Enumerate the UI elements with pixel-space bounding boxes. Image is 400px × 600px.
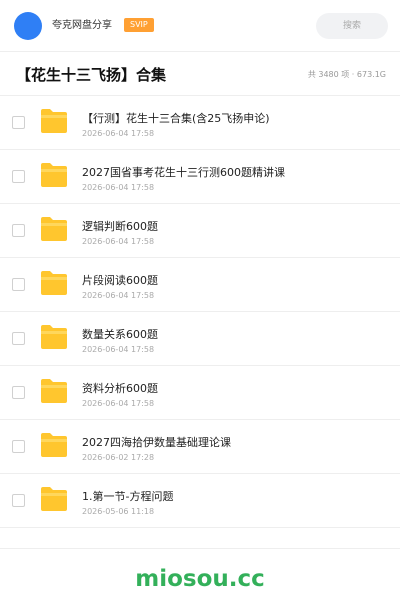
title-bar: 【花生十三飞扬】合集 共 3480 项 · 673.1G [0, 52, 400, 96]
item-name: 2027国省事考花生十三行测600题精讲课 [82, 166, 285, 179]
checkbox[interactable] [12, 332, 25, 345]
avatar[interactable] [14, 12, 42, 40]
item-name: 资料分析600题 [82, 382, 158, 395]
item-name: 逻辑判断600题 [82, 220, 158, 233]
watermark: miosou.cc [135, 566, 265, 592]
page-title: 【花生十三飞扬】合集 [16, 66, 167, 84]
folder-icon [40, 378, 68, 404]
item-name: 【行测】花生十三合集(含25飞扬申论) [82, 112, 270, 125]
folder-icon [40, 216, 68, 242]
checkbox[interactable] [12, 224, 25, 237]
item-date: 2026-06-04 17:58 [82, 237, 155, 246]
checkbox[interactable] [12, 386, 25, 399]
list-item[interactable]: 逻辑判断600题 2026-06-04 17:58 [0, 204, 400, 258]
app-name: 夸克网盘分享 [52, 20, 112, 31]
folder-meta: 共 3480 项 · 673.1G [307, 70, 386, 79]
checkbox[interactable] [12, 440, 25, 453]
list-item[interactable]: 2027四海拾伊数量基础理论课 2026-06-02 17:28 [0, 420, 400, 474]
item-date: 2026-06-04 17:58 [82, 399, 155, 408]
list-item[interactable]: 数量关系600题 2026-06-04 17:58 [0, 312, 400, 366]
folder-icon [40, 324, 68, 350]
folder-icon [40, 162, 68, 188]
item-name: 2027四海拾伊数量基础理论课 [82, 436, 231, 449]
file-list: 【行测】花生十三合集(含25飞扬申论) 2026-06-04 17:58 202… [0, 96, 400, 528]
search-input[interactable]: 搜索 [316, 13, 388, 39]
list-item[interactable]: 2027国省事考花生十三行测600题精讲课 2026-06-04 17:58 [0, 150, 400, 204]
checkbox[interactable] [12, 116, 25, 129]
checkbox[interactable] [12, 494, 25, 507]
svip-badge: SVIP [124, 18, 154, 32]
item-date: 2026-06-04 17:58 [82, 183, 155, 192]
list-item[interactable]: 片段阅读600题 2026-06-04 17:58 [0, 258, 400, 312]
item-date: 2026-05-06 11:18 [82, 507, 155, 516]
checkbox[interactable] [12, 170, 25, 183]
item-name: 数量关系600题 [82, 328, 158, 341]
folder-icon [40, 432, 68, 458]
folder-icon [40, 108, 68, 134]
checkbox[interactable] [12, 278, 25, 291]
item-name: 1.第一节-方程问题 [82, 490, 174, 503]
folder-icon [40, 270, 68, 296]
item-date: 2026-06-04 17:58 [82, 129, 155, 138]
item-name: 片段阅读600题 [82, 274, 158, 287]
header: 夸克网盘分享 SVIP 搜索 [0, 0, 400, 52]
item-date: 2026-06-04 17:58 [82, 345, 155, 354]
item-date: 2026-06-04 17:58 [82, 291, 155, 300]
list-item[interactable]: 【行测】花生十三合集(含25飞扬申论) 2026-06-04 17:58 [0, 96, 400, 150]
list-item[interactable]: 资料分析600题 2026-06-04 17:58 [0, 366, 400, 420]
item-date: 2026-06-02 17:28 [82, 453, 155, 462]
list-item[interactable]: 1.第一节-方程问题 2026-05-06 11:18 [0, 474, 400, 528]
folder-icon [40, 486, 68, 512]
